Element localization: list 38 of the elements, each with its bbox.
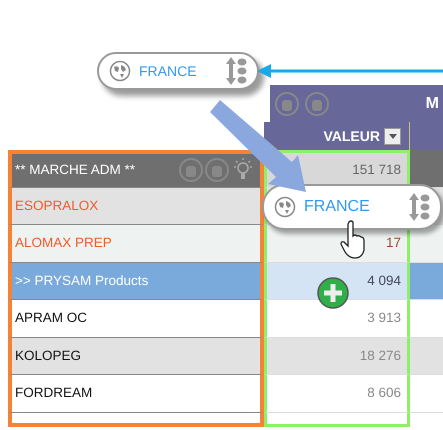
add-icon [316,276,350,310]
row-label: KOLOPEG [15,346,82,365]
column-group-label: M [426,94,440,114]
table-cell [410,262,443,300]
lock-icon[interactable] [304,90,330,116]
row-label-cell[interactable]: ALOMAX PREP [8,225,264,262]
table-cell [410,338,443,375]
row-label: >> PRYSAM Products [15,272,148,290]
hand-cursor-icon [340,220,366,260]
row-label: ALOMAX PREP [15,234,112,252]
globe-icon [274,196,296,218]
value-cell: 18 276 [264,338,410,375]
row-label: FORDREAM [15,384,92,402]
chip-label: FRANCE [139,62,197,80]
row-label: APRAM OC [15,309,88,328]
row-label: ESOPRALOX [15,196,98,215]
row-label: ** MARCHE ADM ** [15,161,136,180]
sort-icon[interactable] [408,192,430,222]
value-cell: 3 913 [264,300,410,338]
dragged-chip[interactable]: FRANCE [262,184,442,230]
lock-icon[interactable] [204,157,230,184]
table-cell [410,150,443,188]
lock-icon[interactable] [178,157,204,184]
value-cell: 8 606 [264,375,410,412]
filter-chip[interactable]: FRANCE [97,52,259,90]
row-label-cell[interactable]: APRAM OC [8,300,264,338]
row-label-cell[interactable]: FORDREAM [8,375,264,412]
lock-icon[interactable] [274,90,300,116]
column-header[interactable]: VALEUR [264,122,410,150]
globe-icon [109,60,131,82]
sort-icon[interactable] [225,56,247,86]
chip-label: FRANCE [304,197,370,217]
row-label-cell[interactable]: KOLOPEG [8,338,264,375]
caret-icon [388,134,396,138]
table-cell [410,225,443,262]
row-label-cell[interactable]: ESOPRALOX [8,188,264,225]
row-label-cell[interactable]: ** MARCHE ADM ** [8,150,264,188]
dropdown-button[interactable] [384,128,401,144]
